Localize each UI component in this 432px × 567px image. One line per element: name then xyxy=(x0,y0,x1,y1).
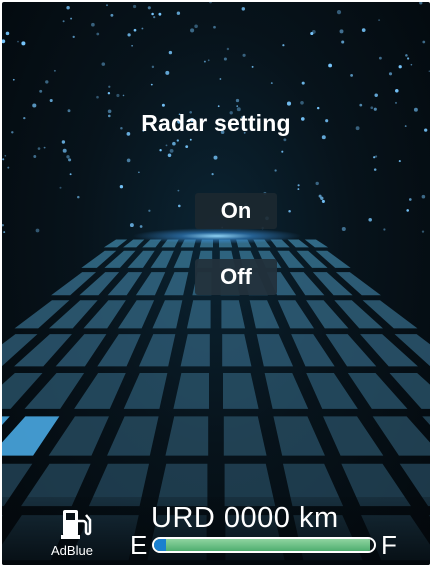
gauge-empty-label: E xyxy=(130,530,148,560)
gauge-full-label: F xyxy=(381,530,397,560)
adblue-label: AdBlue xyxy=(51,543,93,558)
screen-title: Radar setting xyxy=(141,110,291,136)
option-on[interactable]: On xyxy=(195,193,277,229)
gauge-fill xyxy=(154,539,370,551)
selection-glow xyxy=(132,228,302,244)
adblue-level-gauge xyxy=(152,537,376,553)
radar-setting-screen: Radar setting On Off AdBlue URD 0000 km … xyxy=(2,2,430,565)
fuel-pump-icon xyxy=(61,510,92,539)
gauge-marker xyxy=(154,539,166,551)
option-off[interactable]: Off xyxy=(195,259,277,295)
urd-distance-readout: URD 0000 km xyxy=(151,502,339,534)
